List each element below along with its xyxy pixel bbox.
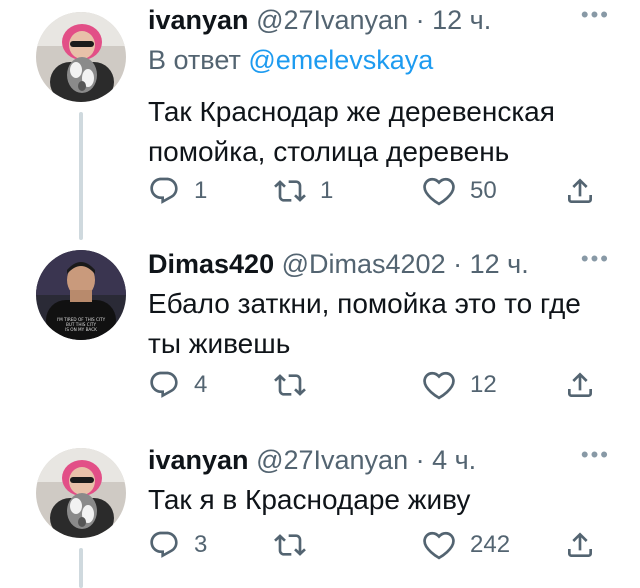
reply-button[interactable]: 4: [148, 365, 207, 405]
timestamp[interactable]: · 4 ч.: [416, 445, 477, 475]
retweet-button[interactable]: [274, 525, 306, 565]
like-button[interactable]: 50: [422, 171, 497, 211]
tweet-text-line: Так я в Краснодаре живу: [148, 484, 471, 515]
reply-icon: [148, 175, 180, 207]
timestamp[interactable]: · 12 ч.: [416, 5, 492, 35]
user-handle[interactable]: @27Ivanyan: [256, 5, 408, 35]
like-button[interactable]: 12: [422, 365, 497, 405]
reply-prefix: В ответ: [148, 45, 241, 75]
like-icon: [422, 368, 456, 402]
user-handle[interactable]: @Dimas4202: [282, 249, 446, 279]
like-count: 12: [470, 371, 497, 398]
reply-context: В ответ @emelevskaya: [148, 40, 620, 80]
tweet-actions: 1 1 50: [148, 171, 620, 211]
like-count: 50: [470, 177, 497, 204]
retweet-icon: [274, 175, 306, 207]
tweet-header: ivanyan @27Ivanyan · 4 ч. •••: [148, 440, 620, 480]
share-icon: [564, 529, 596, 561]
more-icon[interactable]: •••: [581, 244, 610, 274]
tweet-header: ivanyan @27Ivanyan · 12 ч. •••: [148, 0, 620, 40]
more-icon[interactable]: •••: [581, 0, 610, 30]
tweet-header: Dimas420 @Dimas4202 · 12 ч. •••: [148, 244, 620, 284]
reply-count: 3: [194, 531, 208, 558]
reply-icon: [148, 529, 180, 561]
tweet-text-line: помойка, столица деревень: [148, 136, 510, 167]
timestamp[interactable]: · 12 ч.: [453, 249, 529, 279]
reply-count: 1: [194, 177, 208, 204]
retweet-button[interactable]: 1: [274, 171, 333, 211]
display-name[interactable]: Dimas420: [148, 249, 274, 279]
like-icon: [422, 174, 456, 208]
thread-line: [79, 112, 83, 240]
share-button[interactable]: [564, 365, 596, 405]
share-button[interactable]: [564, 525, 596, 565]
tweet-text-line: ты живешь: [148, 328, 291, 359]
retweet-icon: [274, 529, 306, 561]
retweet-button[interactable]: [274, 365, 306, 405]
reply-count: 4: [194, 371, 208, 398]
like-icon: [422, 528, 456, 562]
tweet-actions: 4 12: [148, 365, 620, 405]
tweet-text-line: Ебало заткни, помойка это то где: [148, 288, 581, 319]
more-icon[interactable]: •••: [581, 440, 610, 470]
display-name[interactable]: ivanyan: [148, 5, 249, 35]
reply-button[interactable]: 1: [148, 171, 207, 211]
share-button[interactable]: [564, 171, 596, 211]
share-icon: [564, 369, 596, 401]
reply-icon: [148, 369, 180, 401]
tweet-text: Так Краснодар же деревенская помойка, ст…: [148, 92, 620, 172]
tweet-text: Ебало заткни, помойка это то где ты живе…: [148, 284, 620, 364]
avatar[interactable]: [36, 448, 126, 538]
like-button[interactable]: 242: [422, 525, 510, 565]
svg-text:IS ON MY BACK: IS ON MY BACK: [65, 327, 97, 332]
thread-line: [79, 548, 83, 588]
user-handle[interactable]: @27Ivanyan: [256, 445, 408, 475]
reply-button[interactable]: 3: [148, 525, 207, 565]
like-count: 242: [470, 531, 511, 558]
retweet-count: 1: [320, 177, 334, 204]
tweet-text: Так я в Краснодаре живу: [148, 480, 620, 520]
display-name[interactable]: ivanyan: [148, 445, 249, 475]
share-icon: [564, 175, 596, 207]
tweet-text-line: Так Краснодар же деревенская: [148, 96, 555, 127]
reply-mention-link[interactable]: @emelevskaya: [248, 45, 433, 75]
retweet-icon: [274, 369, 306, 401]
avatar[interactable]: [36, 12, 126, 102]
tweet-actions: 3 242: [148, 525, 620, 565]
avatar[interactable]: I'M TIRED OF THIS CITY BUT THIS CITY IS …: [36, 250, 126, 340]
